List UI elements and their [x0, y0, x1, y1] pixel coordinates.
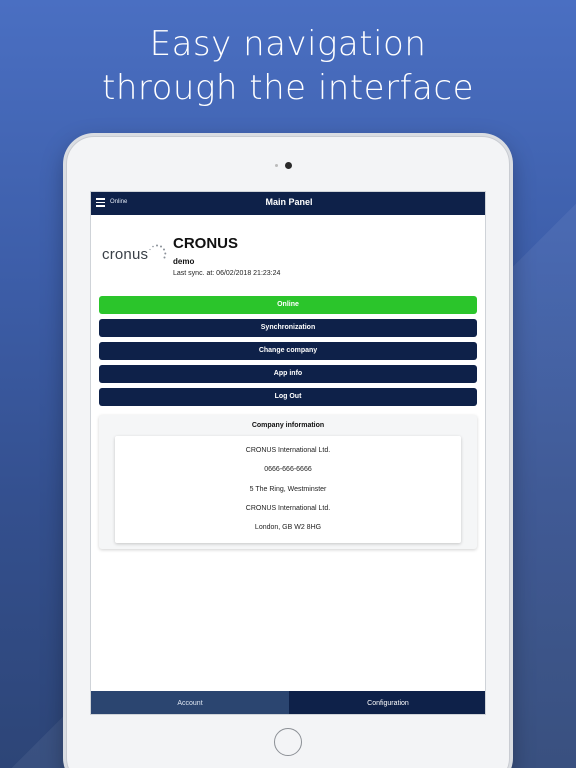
logo-wordmark: cronus: [102, 246, 149, 263]
page-title: Main Panel: [265, 197, 313, 207]
company-logo: cronus: [102, 243, 167, 267]
tablet-sensor: [275, 164, 278, 167]
headline-line-1: Easy navigation: [149, 24, 427, 64]
company-information-panel: Company information CRONUS International…: [99, 415, 477, 549]
info-line-company-2: CRONUS International Ltd.: [245, 505, 331, 512]
company-information-title: Company information: [251, 422, 325, 429]
info-line-city: London, GB W2 8HG: [254, 524, 322, 531]
info-line-address: 5 The Ring, Westminster: [249, 486, 327, 493]
online-button[interactable]: Online: [99, 296, 477, 314]
company-user: demo: [173, 257, 195, 266]
app-screen: Online Main Panel cronus CRONUS demo Las…: [90, 191, 486, 715]
tablet-home-button: [274, 728, 302, 756]
change-company-button[interactable]: Change company: [99, 342, 477, 360]
info-line-company: CRONUS International Ltd.: [245, 447, 331, 454]
company-information-card: CRONUS International Ltd. 0666-666-6666 …: [115, 436, 461, 543]
tab-account[interactable]: Account: [91, 691, 289, 714]
last-sync-timestamp: Last sync. at: 06/02/2018 21:23:24: [173, 270, 281, 277]
promo-headline: Easy navigation through the interface: [0, 22, 576, 110]
synchronization-button[interactable]: Synchronization: [99, 319, 477, 337]
app-info-button[interactable]: App info: [99, 365, 477, 383]
tab-configuration[interactable]: Configuration: [289, 691, 485, 714]
headline-line-2: through the interface: [102, 68, 474, 108]
bottom-tab-bar: Account Configuration: [91, 691, 485, 714]
top-navigation-bar: Online Main Panel: [91, 192, 485, 215]
company-name: CRONUS: [173, 235, 239, 252]
logo-dots-icon: [149, 244, 167, 259]
info-line-phone: 0666-666-6666: [264, 466, 312, 473]
log-out-button[interactable]: Log Out: [99, 388, 477, 406]
tablet-camera: [285, 162, 292, 169]
